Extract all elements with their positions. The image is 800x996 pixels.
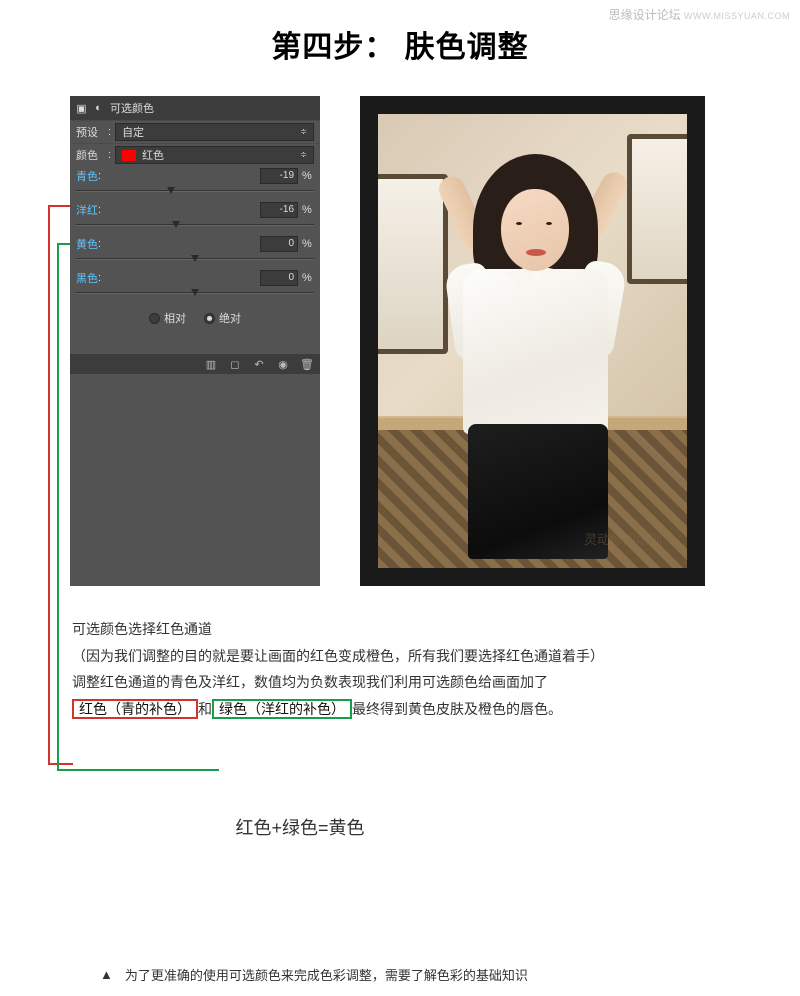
view-icon[interactable]: ◻ <box>228 357 242 371</box>
magenta-label: 洋红 <box>76 202 98 218</box>
mode-radios: 相对 绝对 <box>70 302 320 354</box>
magenta-value[interactable]: -16 <box>260 202 298 218</box>
yellow-value[interactable]: 0 <box>260 236 298 252</box>
color-value: 红色 <box>142 147 164 163</box>
relative-radio[interactable]: 相对 <box>149 310 186 326</box>
pct-label: % <box>302 238 314 250</box>
photo-watermark: 灵动修图培训 <box>584 529 662 548</box>
adjustments-icon[interactable]: ◐ <box>93 103 104 114</box>
chevron-updown-icon: ≑ <box>300 152 307 158</box>
yellow-slider[interactable]: 黄色: 0 % <box>70 234 320 268</box>
cyan-slider[interactable]: 青色: -19 % <box>70 166 320 200</box>
yellow-label: 黄色 <box>76 236 98 252</box>
pct-label: % <box>302 170 314 182</box>
color-equation: 红色+绿色=黄色 <box>235 814 364 840</box>
watermark-sub: WWW.MISSYUAN.COM <box>684 11 790 21</box>
result-photo: 灵动修图培训 <box>378 114 687 568</box>
panel-header: ▣ ◐ 可选颜色 <box>70 96 320 120</box>
panel-title: 可选颜色 <box>110 100 154 116</box>
callout-line-3: 调整红色通道的青色及洋红，数值均为负数表现我们利用可选颜色给画面加了 <box>72 669 740 696</box>
explanation-text: 可选颜色选择红色通道 （因为我们调整的目的就是要让画面的红色变成橙色，所有我们要… <box>0 586 800 722</box>
slider-thumb-icon[interactable] <box>172 221 180 228</box>
slider-thumb-icon[interactable] <box>167 187 175 194</box>
pct-label: % <box>302 204 314 216</box>
watermark-main: 思缘设计论坛 <box>609 8 681 22</box>
callout-line-1: 可选颜色选择红色通道 <box>72 616 740 643</box>
chevron-updown-icon: ≑ <box>300 129 307 135</box>
color-swatch-icon <box>122 150 136 161</box>
reset-icon[interactable]: ↶ <box>252 357 266 371</box>
preset-dropdown[interactable]: 自定 ≑ <box>115 123 314 141</box>
cyan-label: 青色 <box>76 168 98 184</box>
absolute-radio[interactable]: 绝对 <box>204 310 241 326</box>
trash-icon[interactable]: 🗑 <box>300 357 314 371</box>
watermark: 思缘设计论坛 WWW.MISSYUAN.COM <box>609 6 790 23</box>
clip-icon[interactable]: ▥ <box>204 357 218 371</box>
preset-value: 自定 <box>122 124 144 140</box>
footer-note: ▲为了更准确的使用可选颜色来完成色彩调整，需要了解色彩的基础知识 <box>100 965 760 984</box>
slider-thumb-icon[interactable] <box>191 289 199 296</box>
panel-footer: ▥ ◻ ↶ ◉ 🗑 <box>70 354 320 374</box>
venn-red-label: 朱红 <box>541 776 563 792</box>
venn-green-label: 翠绿 <box>429 876 451 892</box>
preset-row: 预设: 自定 ≑ <box>70 120 320 143</box>
black-label: 黑色 <box>76 270 98 286</box>
callout-line-4: 红色（青的补色）和绿色（洋红的补色）最终得到黄色皮肤及橙色的唇色。 <box>72 696 740 723</box>
black-slider[interactable]: 黑色: 0 % <box>70 268 320 302</box>
green-highlight-box: 绿色（洋红的补色） <box>212 699 352 719</box>
rgb-venn-diagram: 朱红 翠绿 蓝紫 白 <box>425 762 565 892</box>
callout-line-2: （因为我们调整的目的就是要让画面的红色变成橙色，所有我们要选择红色通道着手） <box>72 643 740 670</box>
eye-icon[interactable]: ◉ <box>276 357 290 371</box>
visibility-icon[interactable]: ▣ <box>76 103 87 114</box>
red-highlight-box: 红色（青的补色） <box>72 699 198 719</box>
color-label: 颜色 <box>76 147 108 163</box>
cyan-value[interactable]: -19 <box>260 168 298 184</box>
pct-label: % <box>302 272 314 284</box>
slider-thumb-icon[interactable] <box>191 255 199 262</box>
color-equation-row: 红色+绿色=黄色 朱红 翠绿 蓝紫 白 <box>0 762 800 892</box>
venn-white-label: 白 <box>487 814 497 829</box>
color-dropdown[interactable]: 红色 ≑ <box>115 146 314 164</box>
color-row: 颜色: 红色 ≑ <box>70 143 320 166</box>
black-value[interactable]: 0 <box>260 270 298 286</box>
triangle-bullet-icon: ▲ <box>100 967 113 982</box>
preset-label: 预设 <box>76 124 108 140</box>
selective-color-panel: ▣ ◐ 可选颜色 预设: 自定 ≑ 颜色: 红色 ≑ <box>70 96 320 586</box>
result-photo-frame: 灵动修图培训 <box>360 96 705 586</box>
magenta-slider[interactable]: 洋红: -16 % <box>70 200 320 234</box>
venn-blue-label: 蓝紫 <box>543 876 565 892</box>
